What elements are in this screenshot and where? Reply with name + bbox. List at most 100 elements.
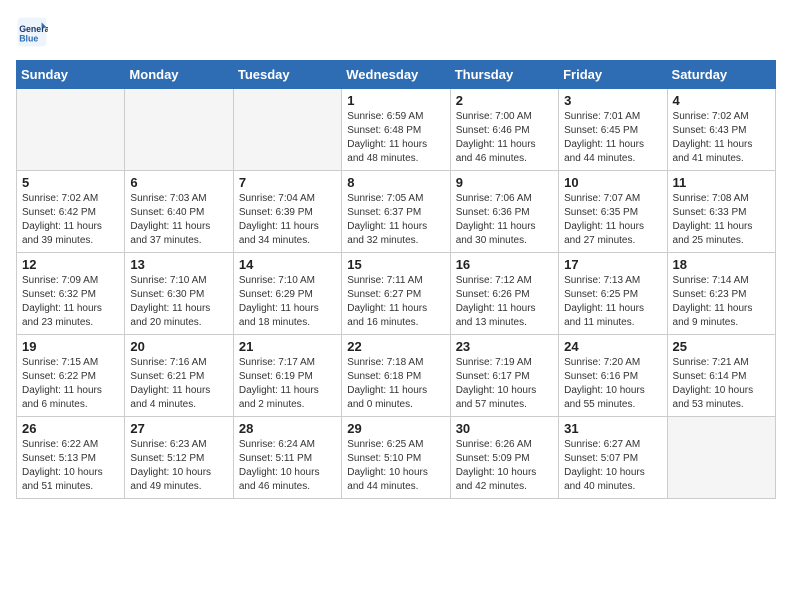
calendar-cell: 17 Sunrise: 7:13 AM Sunset: 6:25 PM Dayli… [559,253,667,335]
calendar-cell: 21 Sunrise: 7:17 AM Sunset: 6:19 PM Dayli… [233,335,341,417]
weekday-header-tuesday: Tuesday [233,61,341,89]
day-info: Sunrise: 7:14 AM Sunset: 6:23 PM Dayligh… [673,274,770,330]
calendar-cell [17,89,125,171]
calendar-cell: 30 Sunrise: 6:26 AM Sunset: 5:09 PM Dayli… [450,417,558,499]
calendar-cell: 24 Sunrise: 7:20 AM Sunset: 6:16 PM Dayli… [559,335,667,417]
day-number: 13 [130,257,227,272]
calendar-cell: 25 Sunrise: 7:21 AM Sunset: 6:14 PM Dayli… [667,335,775,417]
calendar-cell: 19 Sunrise: 7:15 AM Sunset: 6:22 PM Dayli… [17,335,125,417]
svg-text:Blue: Blue [19,34,38,44]
day-info: Sunrise: 7:03 AM Sunset: 6:40 PM Dayligh… [130,192,227,248]
page-header: General Blue [16,16,776,48]
calendar-cell: 6 Sunrise: 7:03 AM Sunset: 6:40 PM Daylig… [125,171,233,253]
day-number: 11 [673,175,770,190]
day-info: Sunrise: 7:07 AM Sunset: 6:35 PM Dayligh… [564,192,661,248]
calendar-cell: 12Sunrise: 7:09 AM Sunset: 6:32 PM Dayli… [17,253,125,335]
weekday-header-monday: Monday [125,61,233,89]
calendar-cell: 9 Sunrise: 7:06 AM Sunset: 6:36 PM Daylig… [450,171,558,253]
day-info: Sunrise: 7:17 AM Sunset: 6:19 PM Dayligh… [239,356,336,412]
week-row-4: 19 Sunrise: 7:15 AM Sunset: 6:22 PM Dayli… [17,335,776,417]
day-number: 10 [564,175,661,190]
day-info: Sunrise: 7:20 AM Sunset: 6:16 PM Dayligh… [564,356,661,412]
day-number: 28 [239,421,336,436]
day-number: 2 [456,93,553,108]
day-number: 17 [564,257,661,272]
day-info: Sunrise: 7:00 AM Sunset: 6:46 PM Dayligh… [456,110,553,166]
day-info: Sunrise: 7:12 AM Sunset: 6:26 PM Dayligh… [456,274,553,330]
calendar-cell [233,89,341,171]
week-row-1: 1Sunrise: 6:59 AM Sunset: 6:48 PM Daylig… [17,89,776,171]
day-info: Sunrise: 7:08 AM Sunset: 6:33 PM Dayligh… [673,192,770,248]
calendar-cell: 27Sunrise: 6:23 AM Sunset: 5:12 PM Dayli… [125,417,233,499]
weekday-header-thursday: Thursday [450,61,558,89]
day-info: Sunrise: 7:10 AM Sunset: 6:30 PM Dayligh… [130,274,227,330]
week-row-5: 26Sunrise: 6:22 AM Sunset: 5:13 PM Dayli… [17,417,776,499]
calendar-cell: 16 Sunrise: 7:12 AM Sunset: 6:26 PM Dayli… [450,253,558,335]
weekday-header-saturday: Saturday [667,61,775,89]
day-number: 30 [456,421,553,436]
day-number: 6 [130,175,227,190]
calendar-cell: 7Sunrise: 7:04 AM Sunset: 6:39 PM Daylig… [233,171,341,253]
day-info: Sunrise: 7:05 AM Sunset: 6:37 PM Dayligh… [347,192,444,248]
logo-icon: General Blue [16,16,48,48]
day-number: 5 [22,175,119,190]
day-info: Sunrise: 7:02 AM Sunset: 6:42 PM Dayligh… [22,192,119,248]
day-number: 3 [564,93,661,108]
day-number: 24 [564,339,661,354]
calendar-cell: 31Sunrise: 6:27 AM Sunset: 5:07 PM Dayli… [559,417,667,499]
day-number: 18 [673,257,770,272]
day-info: Sunrise: 7:06 AM Sunset: 6:36 PM Dayligh… [456,192,553,248]
day-number: 27 [130,421,227,436]
calendar-cell: 1Sunrise: 6:59 AM Sunset: 6:48 PM Daylig… [342,89,450,171]
week-row-2: 5 Sunrise: 7:02 AM Sunset: 6:42 PM Daylig… [17,171,776,253]
weekday-header-row: SundayMondayTuesdayWednesdayThursdayFrid… [17,61,776,89]
day-number: 21 [239,339,336,354]
day-info: Sunrise: 7:19 AM Sunset: 6:17 PM Dayligh… [456,356,553,412]
calendar-cell: 18 Sunrise: 7:14 AM Sunset: 6:23 PM Dayli… [667,253,775,335]
day-info: Sunrise: 7:13 AM Sunset: 6:25 PM Dayligh… [564,274,661,330]
week-row-3: 12Sunrise: 7:09 AM Sunset: 6:32 PM Dayli… [17,253,776,335]
calendar-cell: 22Sunrise: 7:18 AM Sunset: 6:18 PM Dayli… [342,335,450,417]
weekday-header-wednesday: Wednesday [342,61,450,89]
calendar-cell: 8 Sunrise: 7:05 AM Sunset: 6:37 PM Daylig… [342,171,450,253]
calendar-cell: 15Sunrise: 7:11 AM Sunset: 6:27 PM Dayli… [342,253,450,335]
weekday-header-sunday: Sunday [17,61,125,89]
day-info: Sunrise: 6:24 AM Sunset: 5:11 PM Dayligh… [239,438,336,494]
day-number: 23 [456,339,553,354]
calendar-table: SundayMondayTuesdayWednesdayThursdayFrid… [16,60,776,499]
calendar-cell: 2 Sunrise: 7:00 AM Sunset: 6:46 PM Daylig… [450,89,558,171]
day-number: 16 [456,257,553,272]
calendar-cell: 13 Sunrise: 7:10 AM Sunset: 6:30 PM Dayli… [125,253,233,335]
day-number: 29 [347,421,444,436]
day-number: 7 [239,175,336,190]
day-info: Sunrise: 7:01 AM Sunset: 6:45 PM Dayligh… [564,110,661,166]
day-info: Sunrise: 6:59 AM Sunset: 6:48 PM Dayligh… [347,110,444,166]
calendar-cell: 11 Sunrise: 7:08 AM Sunset: 6:33 PM Dayli… [667,171,775,253]
day-info: Sunrise: 7:02 AM Sunset: 6:43 PM Dayligh… [673,110,770,166]
day-info: Sunrise: 7:09 AM Sunset: 6:32 PM Dayligh… [22,274,119,330]
day-info: Sunrise: 7:15 AM Sunset: 6:22 PM Dayligh… [22,356,119,412]
calendar-cell [125,89,233,171]
day-info: Sunrise: 6:26 AM Sunset: 5:09 PM Dayligh… [456,438,553,494]
day-info: Sunrise: 6:27 AM Sunset: 5:07 PM Dayligh… [564,438,661,494]
day-number: 4 [673,93,770,108]
calendar-cell: 20Sunrise: 7:16 AM Sunset: 6:21 PM Dayli… [125,335,233,417]
day-info: Sunrise: 7:16 AM Sunset: 6:21 PM Dayligh… [130,356,227,412]
calendar-cell: 29Sunrise: 6:25 AM Sunset: 5:10 PM Dayli… [342,417,450,499]
day-number: 26 [22,421,119,436]
calendar-cell: 28 Sunrise: 6:24 AM Sunset: 5:11 PM Dayli… [233,417,341,499]
calendar-cell: 26Sunrise: 6:22 AM Sunset: 5:13 PM Dayli… [17,417,125,499]
day-number: 25 [673,339,770,354]
day-info: Sunrise: 7:21 AM Sunset: 6:14 PM Dayligh… [673,356,770,412]
calendar-cell [667,417,775,499]
calendar-cell: 23 Sunrise: 7:19 AM Sunset: 6:17 PM Dayli… [450,335,558,417]
calendar-cell: 10 Sunrise: 7:07 AM Sunset: 6:35 PM Dayli… [559,171,667,253]
day-number: 22 [347,339,444,354]
day-info: Sunrise: 7:11 AM Sunset: 6:27 PM Dayligh… [347,274,444,330]
day-number: 14 [239,257,336,272]
day-number: 9 [456,175,553,190]
weekday-header-friday: Friday [559,61,667,89]
day-number: 19 [22,339,119,354]
day-number: 8 [347,175,444,190]
logo: General Blue [16,16,52,48]
